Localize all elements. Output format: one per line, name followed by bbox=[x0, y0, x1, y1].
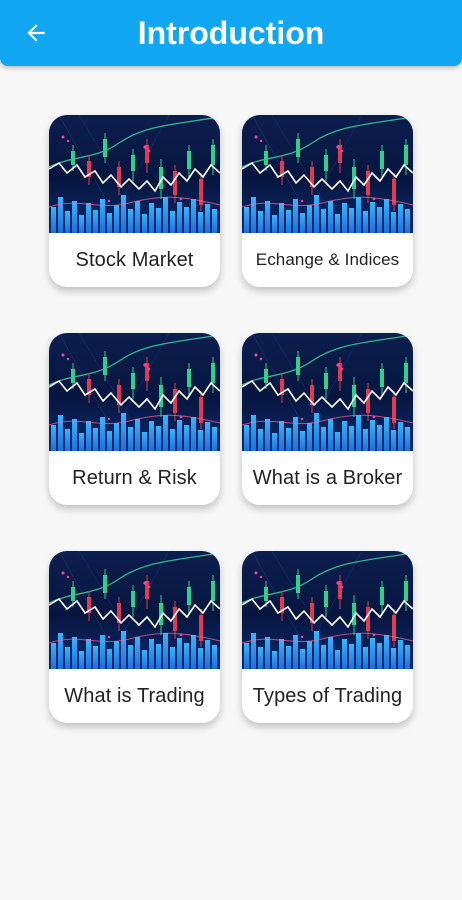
stock-chart-image bbox=[49, 333, 220, 451]
topic-label: Echange & Indices bbox=[255, 250, 400, 269]
topic-card-stock-market[interactable]: Stock Market bbox=[49, 115, 220, 287]
stock-chart-image bbox=[49, 115, 220, 233]
topic-card-what-is-trading[interactable]: What is Trading bbox=[49, 551, 220, 723]
stock-chart-image bbox=[242, 551, 413, 669]
topic-card-return-risk[interactable]: Return & Risk bbox=[49, 333, 220, 505]
topic-card-broker[interactable]: What is a Broker bbox=[242, 333, 413, 505]
topic-label: Return & Risk bbox=[72, 466, 197, 489]
topic-card-types-of-trading[interactable]: Types of Trading bbox=[242, 551, 413, 723]
page-title: Introduction bbox=[137, 15, 325, 51]
topic-card-exchange-indices[interactable]: Echange & Indices bbox=[242, 115, 413, 287]
topic-label: What is Trading bbox=[64, 684, 205, 707]
stock-chart-image bbox=[49, 551, 220, 669]
topic-label: Stock Market bbox=[75, 248, 194, 271]
stock-chart-image bbox=[242, 115, 413, 233]
app-bar: Introduction bbox=[0, 0, 462, 66]
topic-label: Types of Trading bbox=[252, 684, 403, 707]
stock-chart-image bbox=[242, 333, 413, 451]
topic-label: What is a Broker bbox=[252, 466, 403, 489]
